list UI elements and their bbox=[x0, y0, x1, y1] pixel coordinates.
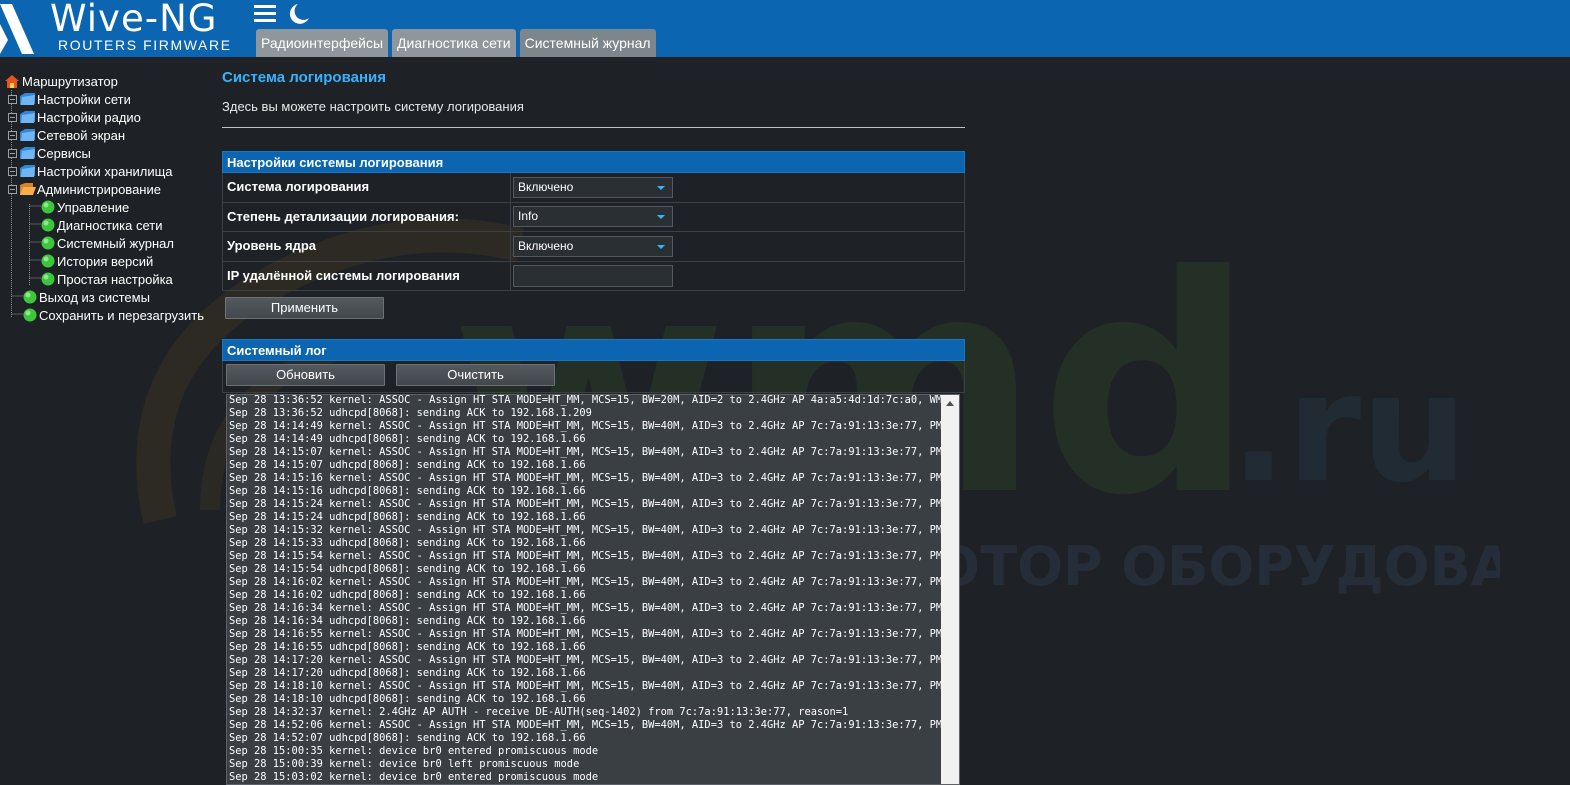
sidebar-item-storage[interactable]: Настройки хранилища bbox=[5, 162, 215, 180]
sidebar-tree: Маршрутизатор Настройки сети Настройки р… bbox=[5, 72, 215, 324]
green-leaf-icon bbox=[23, 308, 37, 322]
green-leaf-icon bbox=[41, 254, 55, 268]
top-header: Wive-NG ROUTERS FIRMWARE Радиоинтерфейсы… bbox=[0, 0, 1570, 57]
page-description: Здесь вы можете настроить систему логиро… bbox=[222, 99, 524, 114]
scroll-up-icon[interactable] bbox=[946, 401, 954, 406]
main-content: Система логирования Здесь вы можете наст… bbox=[222, 68, 965, 128]
setting-row-kernel-level: Уровень ядра Включено bbox=[222, 232, 965, 262]
svg-text:.ru: .ru bbox=[1230, 342, 1468, 516]
page-title: Система логирования bbox=[222, 69, 386, 86]
sidebar-item-diagnostics[interactable]: Диагностика сети bbox=[5, 216, 215, 234]
logo-title: Wive-NG bbox=[50, 0, 218, 40]
expand-icon[interactable] bbox=[8, 94, 17, 104]
sidebar-item-label: Управление bbox=[57, 199, 130, 215]
green-leaf-icon bbox=[23, 290, 37, 304]
sidebar-item-system-log[interactable]: Системный журнал bbox=[5, 234, 215, 252]
green-leaf-icon bbox=[41, 200, 55, 214]
divider bbox=[222, 127, 965, 128]
expand-icon[interactable] bbox=[8, 148, 17, 158]
sidebar-item-logout[interactable]: Выход из системы bbox=[5, 288, 215, 306]
sidebar-item-label: Простая настройка bbox=[57, 271, 173, 287]
verbosity-select[interactable]: Info bbox=[513, 206, 673, 228]
crescent-moon-icon[interactable] bbox=[289, 4, 309, 24]
tab-network-diagnostics[interactable]: Диагностика сети bbox=[392, 29, 516, 57]
setting-row-logging: Система логирования Включено bbox=[222, 173, 965, 203]
select-value: Info bbox=[518, 209, 539, 224]
logging-settings-panel: Настройки системы логирования Система ло… bbox=[222, 151, 965, 291]
folder-icon bbox=[20, 129, 35, 141]
setting-label: Система логирования bbox=[223, 173, 511, 202]
setting-label: Степень детализации логирования: bbox=[223, 202, 511, 231]
sidebar-item-label: Выход из системы bbox=[39, 289, 150, 305]
setting-row-verbosity: Степень детализации логирования: Info bbox=[222, 202, 965, 232]
chevron-down-icon bbox=[657, 244, 665, 249]
setting-row-remote-ip: IP удалённой системы логирования bbox=[222, 261, 965, 291]
chevron-down-icon bbox=[657, 215, 665, 220]
sidebar-item-services[interactable]: Сервисы bbox=[5, 144, 215, 162]
sidebar-item-label: Сервисы bbox=[37, 145, 91, 161]
syslog-textarea[interactable]: Sep 28 13:36:52 kernel: ASSOC - Assign H… bbox=[226, 394, 960, 785]
collapse-icon[interactable] bbox=[8, 184, 17, 194]
sidebar-item-label: Системный журнал bbox=[57, 235, 174, 251]
clear-button[interactable]: Очистить bbox=[396, 364, 555, 386]
sidebar-item-save-reboot[interactable]: Сохранить и перезагрузить bbox=[5, 306, 215, 324]
sidebar-item-radio[interactable]: Настройки радио bbox=[5, 108, 215, 126]
select-value: Включено bbox=[518, 179, 574, 194]
folder-icon bbox=[20, 111, 35, 123]
open-folder-icon bbox=[20, 183, 36, 195]
settings-heading: Настройки системы логирования bbox=[222, 151, 965, 173]
folder-icon bbox=[20, 147, 35, 159]
system-log-panel: Системный лог bbox=[222, 339, 965, 361]
sidebar-item-administration[interactable]: Администрирование bbox=[5, 180, 215, 198]
folder-icon bbox=[20, 93, 35, 105]
folder-icon bbox=[20, 165, 35, 177]
remote-syslog-ip-input[interactable] bbox=[513, 264, 673, 287]
sidebar-item-firewall[interactable]: Сетевой экран bbox=[5, 126, 215, 144]
sidebar-item-version-history[interactable]: История версий bbox=[5, 252, 215, 270]
sidebar-item-network[interactable]: Настройки сети bbox=[5, 90, 215, 108]
expand-icon[interactable] bbox=[8, 112, 17, 122]
syslog-scrollbar[interactable] bbox=[941, 395, 959, 784]
green-leaf-icon bbox=[41, 236, 55, 250]
refresh-button[interactable]: Обновить bbox=[226, 364, 385, 386]
sidebar-item-label: Администрирование bbox=[37, 181, 161, 197]
green-leaf-icon bbox=[41, 272, 55, 286]
sidebar-item-label: Настройки радио bbox=[37, 109, 141, 125]
header-icons bbox=[254, 4, 309, 24]
header-tabs: Радиоинтерфейсы Диагностика сети Системн… bbox=[256, 29, 656, 57]
expand-icon[interactable] bbox=[8, 166, 17, 176]
tab-radio-interfaces[interactable]: Радиоинтерфейсы bbox=[256, 29, 389, 57]
kernel-level-select[interactable]: Включено bbox=[513, 235, 673, 257]
sidebar-item-label: Настройки сети bbox=[37, 91, 131, 107]
syslog-heading: Системный лог bbox=[222, 339, 965, 361]
sidebar-item-label: История версий bbox=[57, 253, 154, 269]
apply-button[interactable]: Применить bbox=[225, 297, 384, 319]
green-leaf-icon bbox=[41, 218, 55, 232]
sidebar-item-management[interactable]: Управление bbox=[5, 198, 215, 216]
sidebar-item-label: Настройки хранилища bbox=[37, 163, 173, 179]
sidebar-root-label: Маршрутизатор bbox=[22, 73, 118, 89]
select-value: Включено bbox=[518, 238, 574, 253]
logging-select[interactable]: Включено bbox=[513, 176, 673, 198]
setting-label: IP удалённой системы логирования bbox=[223, 261, 511, 290]
sidebar-item-label: Сетевой экран bbox=[37, 127, 126, 143]
setting-label: Уровень ядра bbox=[223, 232, 511, 261]
sidebar-item-label: Диагностика сети bbox=[57, 217, 163, 233]
sidebar-root[interactable]: Маршрутизатор bbox=[5, 72, 215, 90]
expand-icon[interactable] bbox=[8, 130, 17, 140]
syslog-text: Sep 28 13:36:52 kernel: ASSOC - Assign H… bbox=[229, 394, 943, 783]
hamburger-menu-icon[interactable] bbox=[254, 5, 276, 22]
router-home-icon bbox=[5, 74, 19, 88]
sidebar-item-simple-setup[interactable]: Простая настройка bbox=[5, 270, 215, 288]
logo-subtitle: ROUTERS FIRMWARE bbox=[58, 37, 232, 53]
chevron-down-icon bbox=[657, 185, 665, 190]
tab-system-log[interactable]: Системный журнал bbox=[519, 29, 656, 57]
sidebar-item-label: Сохранить и перезагрузить bbox=[39, 307, 204, 323]
wive-logo-icon bbox=[0, 4, 34, 54]
